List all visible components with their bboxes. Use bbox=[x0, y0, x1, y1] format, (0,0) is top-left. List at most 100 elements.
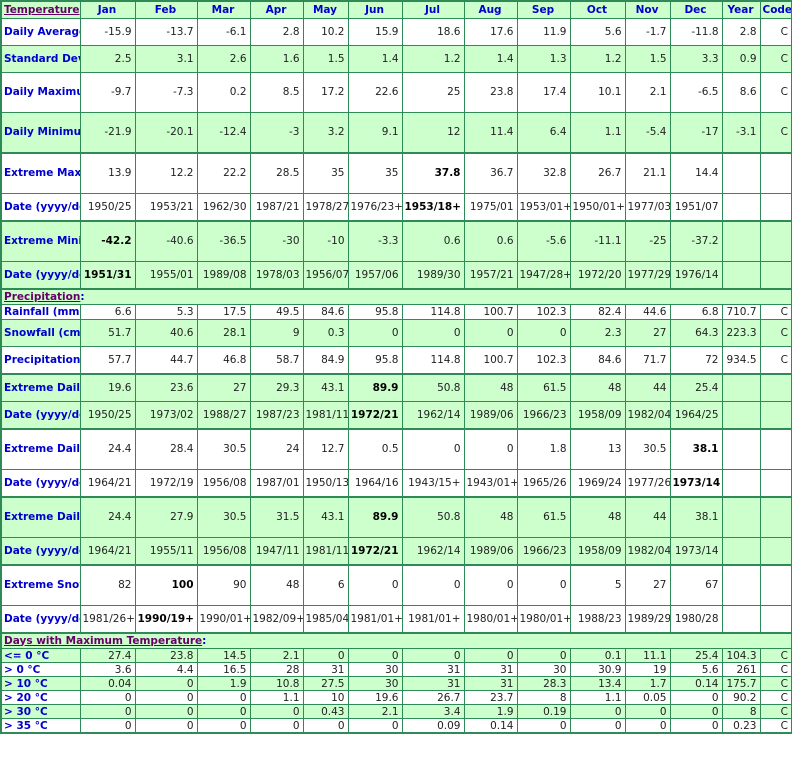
value-cell: 13.4 bbox=[569, 676, 626, 691]
col-header-jul: Jul bbox=[401, 0, 465, 19]
record-value: 1972/21 bbox=[350, 544, 399, 557]
value-cell: 1989/30 bbox=[401, 261, 465, 290]
value-cell: 49.5 bbox=[249, 304, 304, 320]
value-cell: 1976/23+ bbox=[347, 193, 403, 222]
value-cell: 1955/01 bbox=[134, 261, 198, 290]
value-cell: 1.1 bbox=[249, 690, 304, 705]
record-value: 38.1 bbox=[692, 443, 719, 455]
value-cell: 0.09 bbox=[401, 718, 465, 734]
value-cell: 1981/26+ bbox=[79, 605, 136, 634]
value-cell: 1953/21 bbox=[134, 193, 198, 222]
value-cell: 0 bbox=[196, 704, 251, 719]
value-cell: 82 bbox=[79, 564, 136, 606]
value-cell: 89.9 bbox=[347, 373, 403, 402]
value-cell: 100.7 bbox=[463, 304, 518, 320]
value-cell: 1962/14 bbox=[401, 537, 465, 566]
value-cell: -5.4 bbox=[624, 112, 671, 154]
value-cell: 1964/16 bbox=[347, 469, 403, 498]
value-cell: 19.6 bbox=[79, 373, 136, 402]
value-cell: 1965/26 bbox=[516, 469, 571, 498]
value-cell: 1976/14 bbox=[669, 261, 723, 290]
value-cell: 11.4 bbox=[463, 112, 518, 154]
value-cell: 1957/21 bbox=[463, 261, 518, 290]
code-cell: C bbox=[759, 18, 792, 46]
value-cell: 95.8 bbox=[347, 304, 403, 320]
year-cell bbox=[721, 469, 761, 498]
value-cell: 19.6 bbox=[347, 690, 403, 705]
table-row-extreme-daily-rainfall: Extreme Daily Rainfall (mm)19.623.62729.… bbox=[0, 373, 792, 402]
code-cell: C bbox=[759, 346, 792, 375]
value-cell: 1950/25 bbox=[79, 193, 136, 222]
year-cell: 2.8 bbox=[721, 18, 761, 46]
row-label: Extreme Minimum (°C) bbox=[0, 220, 81, 262]
value-cell: 2.1 bbox=[347, 704, 403, 719]
value-cell: 1955/11 bbox=[134, 537, 198, 566]
value-cell: -30 bbox=[249, 220, 304, 262]
value-cell: 1964/21 bbox=[79, 537, 136, 566]
value-cell: 1.1 bbox=[569, 690, 626, 705]
value-cell: 1.6 bbox=[249, 45, 304, 73]
row-label: Precipitation (mm) bbox=[0, 346, 81, 375]
value-cell: -17 bbox=[669, 112, 723, 154]
value-cell: 1987/23 bbox=[249, 401, 304, 430]
row-label: <= 0 °C bbox=[0, 648, 81, 663]
days-max-temp-link[interactable]: Days with Maximum Temperature bbox=[4, 635, 202, 647]
value-cell: 44.6 bbox=[624, 304, 671, 320]
value-cell: 0 bbox=[401, 564, 465, 606]
temperature-link[interactable]: Temperature bbox=[4, 4, 79, 16]
value-cell: -5.6 bbox=[516, 220, 571, 262]
value-cell: 1957/06 bbox=[347, 261, 403, 290]
precipitation-link[interactable]: Precipitation bbox=[4, 291, 80, 303]
row-label: > 0 °C bbox=[0, 662, 81, 677]
value-cell: 0.04 bbox=[79, 676, 136, 691]
value-cell: -13.7 bbox=[134, 18, 198, 46]
code-cell bbox=[759, 193, 792, 222]
record-value: -42.2 bbox=[101, 235, 132, 247]
row-label: Date (yyyy/dd) bbox=[0, 469, 81, 498]
value-cell: 28.4 bbox=[134, 428, 198, 470]
code-cell bbox=[759, 152, 792, 194]
value-cell: 0 bbox=[79, 690, 136, 705]
col-header-code: Code bbox=[759, 0, 792, 19]
value-cell: 8 bbox=[516, 690, 571, 705]
value-cell: 1981/01+ bbox=[347, 605, 403, 634]
value-cell: 95.8 bbox=[347, 346, 403, 375]
code-cell bbox=[759, 605, 792, 634]
value-cell: 40.6 bbox=[134, 319, 198, 347]
year-cell bbox=[721, 605, 761, 634]
year-cell: 710.7 bbox=[721, 304, 761, 320]
value-cell: 0 bbox=[516, 319, 571, 347]
value-cell: 1973/14 bbox=[669, 537, 723, 566]
code-cell: C bbox=[759, 704, 792, 719]
year-cell bbox=[721, 496, 761, 538]
value-cell: -20.1 bbox=[134, 112, 198, 154]
value-cell: -3.3 bbox=[347, 220, 403, 262]
year-cell bbox=[721, 193, 761, 222]
row-label: Date (yyyy/dd) bbox=[0, 605, 81, 634]
value-cell: 0 bbox=[463, 564, 518, 606]
value-cell: 1.3 bbox=[516, 45, 571, 73]
value-cell: 1980/28 bbox=[669, 605, 723, 634]
value-cell: 1.7 bbox=[624, 676, 671, 691]
value-cell: 1978/27 bbox=[302, 193, 349, 222]
value-cell: 1.8 bbox=[516, 428, 571, 470]
value-cell: 1.5 bbox=[624, 45, 671, 73]
value-cell: 1943/01+ bbox=[463, 469, 518, 498]
value-cell: 57.7 bbox=[79, 346, 136, 375]
value-cell: 1985/04 bbox=[302, 605, 349, 634]
value-cell: 1966/23 bbox=[516, 537, 571, 566]
value-cell: 3.4 bbox=[401, 704, 465, 719]
value-cell: 23.6 bbox=[134, 373, 198, 402]
value-cell: 1964/21 bbox=[79, 469, 136, 498]
table-row-standard-deviation: Standard Deviation2.53.12.61.61.51.41.21… bbox=[0, 45, 792, 73]
year-cell bbox=[721, 220, 761, 262]
value-cell: 1987/21 bbox=[249, 193, 304, 222]
code-cell bbox=[759, 564, 792, 606]
value-cell: 1950/01+ bbox=[569, 193, 626, 222]
value-cell: 44.7 bbox=[134, 346, 198, 375]
value-cell: 48 bbox=[463, 496, 518, 538]
value-cell: 1972/21 bbox=[347, 537, 403, 566]
value-cell: 9.1 bbox=[347, 112, 403, 154]
code-cell: C bbox=[759, 718, 792, 734]
value-cell: -21.9 bbox=[79, 112, 136, 154]
